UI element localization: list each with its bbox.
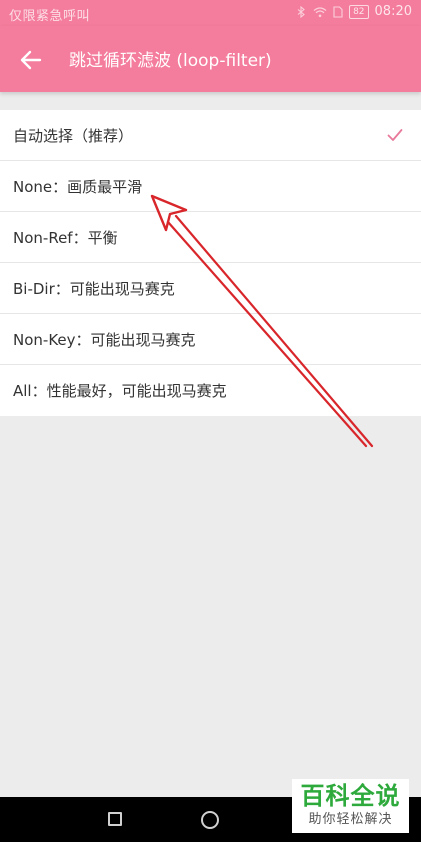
option-label: Non-Key：可能出现马赛克 [13, 330, 196, 349]
arrow-left-icon [20, 50, 42, 70]
home-button[interactable] [201, 811, 219, 829]
option-label: All：性能最好，可能出现马赛克 [13, 382, 227, 400]
checkmark-icon [387, 129, 403, 141]
option-label: 自动选择（推荐） [13, 126, 134, 145]
battery-indicator: 82 [349, 4, 369, 19]
bluetooth-icon [297, 5, 305, 18]
option-list: 自动选择（推荐） None：画质最平滑 Non-Ref：平衡 Bi-Dir：可能… [0, 110, 421, 416]
option-all[interactable]: All：性能最好，可能出现马赛克 [0, 365, 421, 416]
page-title: 跳过循环滤波 (loop-filter) [69, 51, 272, 71]
watermark-title: 百科全说 [300, 782, 401, 810]
sim-icon [333, 5, 343, 18]
option-label: Non-Ref：平衡 [13, 228, 118, 247]
recents-button[interactable] [108, 812, 122, 826]
status-icons: 82 08:20 [295, 4, 412, 19]
option-label: Bi-Dir：可能出现马赛克 [13, 279, 175, 298]
option-label: None：画质最平滑 [13, 177, 143, 196]
watermark-subtitle: 助你轻松解决 [308, 812, 393, 827]
option-auto[interactable]: 自动选择（推荐） [0, 110, 421, 161]
clock: 08:20 [374, 4, 412, 19]
option-none[interactable]: None：画质最平滑 [0, 161, 421, 212]
app-bar: 跳过循环滤波 (loop-filter) [0, 26, 421, 92]
wifi-icon [313, 6, 327, 17]
status-bar: 仅限紧急呼叫 82 08:20 [0, 0, 421, 26]
back-button[interactable] [14, 43, 48, 77]
screen: 仅限紧急呼叫 82 08:20 跳过循环滤波 (loop-filter) 自动选… [0, 0, 421, 842]
option-non-ref[interactable]: Non-Ref：平衡 [0, 212, 421, 263]
carrier-text: 仅限紧急呼叫 [9, 9, 91, 24]
watermark: 百科全说 助你轻松解决 [292, 779, 409, 833]
option-non-key[interactable]: Non-Key：可能出现马赛克 [0, 314, 421, 365]
option-bi-dir[interactable]: Bi-Dir：可能出现马赛克 [0, 263, 421, 314]
